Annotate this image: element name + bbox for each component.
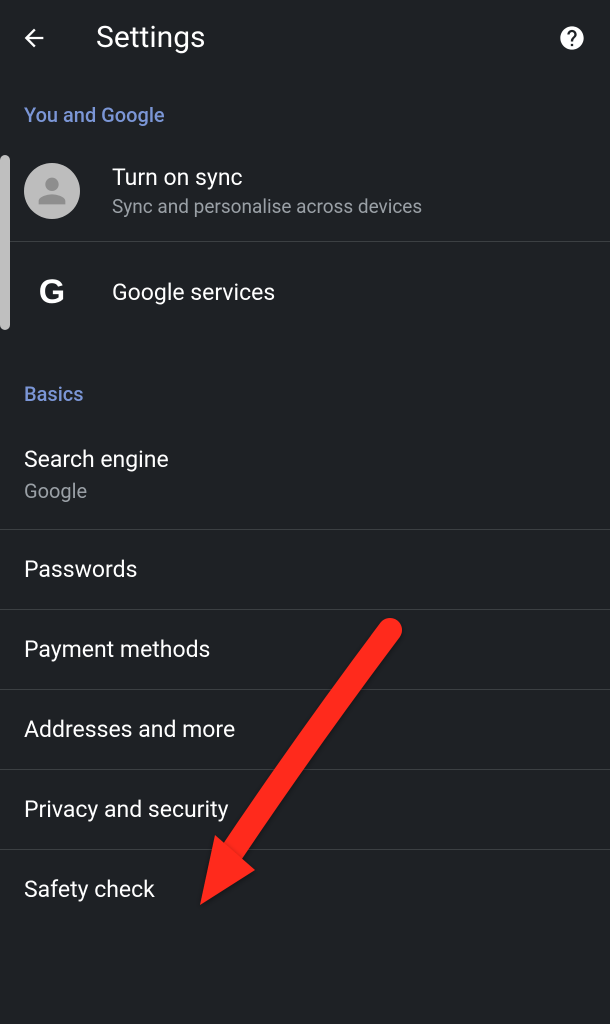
section-header-you-and-google: You and Google	[0, 75, 610, 141]
google-services-item[interactable]: G Google services	[0, 241, 610, 342]
privacy-security-item[interactable]: Privacy and security	[0, 769, 610, 849]
scroll-indicator	[0, 155, 10, 330]
search-engine-item[interactable]: Search engine Google	[0, 420, 610, 529]
google-services-text: Google services	[112, 279, 275, 306]
passwords-item[interactable]: Passwords	[0, 529, 610, 609]
addresses-title: Addresses and more	[24, 716, 586, 743]
sync-title: Turn on sync	[112, 164, 422, 191]
sync-subtitle: Sync and personalise across devices	[112, 195, 422, 218]
help-button[interactable]	[558, 24, 586, 52]
google-icon-slot: G	[24, 264, 80, 320]
back-button[interactable]	[20, 24, 48, 52]
safety-check-title: Safety check	[24, 876, 586, 903]
privacy-security-title: Privacy and security	[24, 796, 586, 823]
google-g-icon: G	[39, 273, 65, 312]
payment-methods-item[interactable]: Payment methods	[0, 609, 610, 689]
search-engine-title: Search engine	[24, 446, 586, 473]
search-engine-subtitle: Google	[24, 479, 586, 503]
google-services-title: Google services	[112, 279, 275, 306]
sync-text: Turn on sync Sync and personalise across…	[112, 164, 422, 218]
back-arrow-icon	[20, 24, 48, 52]
payment-methods-title: Payment methods	[24, 636, 586, 663]
avatar-icon	[24, 163, 80, 219]
help-icon	[558, 24, 586, 52]
safety-check-item[interactable]: Safety check	[0, 849, 610, 929]
app-header: Settings	[0, 0, 610, 75]
addresses-item[interactable]: Addresses and more	[0, 689, 610, 769]
sync-item[interactable]: Turn on sync Sync and personalise across…	[0, 141, 610, 241]
page-title: Settings	[96, 20, 558, 55]
avatar-slot	[24, 163, 80, 219]
section-header-basics: Basics	[0, 342, 610, 420]
passwords-title: Passwords	[24, 556, 586, 583]
